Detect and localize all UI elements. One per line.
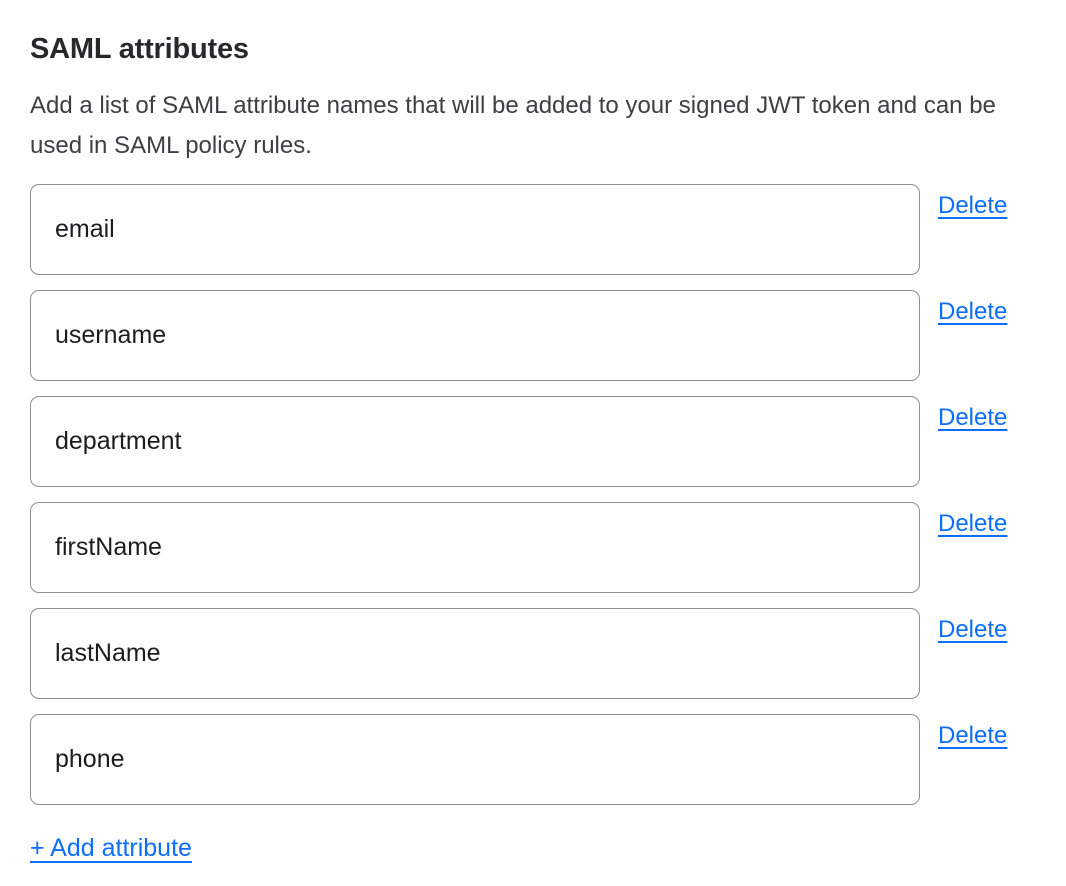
delete-attribute-link[interactable]: Delete	[938, 615, 1007, 644]
attribute-row: Delete	[30, 502, 1036, 593]
attribute-input[interactable]	[30, 184, 920, 275]
attribute-row: Delete	[30, 396, 1036, 487]
attribute-input[interactable]	[30, 608, 920, 699]
attribute-input[interactable]	[30, 714, 920, 805]
attribute-row: Delete	[30, 184, 1036, 275]
section-title: SAML attributes	[30, 32, 1036, 66]
delete-attribute-link[interactable]: Delete	[938, 191, 1007, 220]
delete-attribute-link[interactable]: Delete	[938, 509, 1007, 538]
delete-attribute-link[interactable]: Delete	[938, 721, 1007, 750]
attribute-row: Delete	[30, 714, 1036, 805]
delete-attribute-link[interactable]: Delete	[938, 297, 1007, 326]
add-attribute-link[interactable]: + Add attribute	[30, 833, 192, 863]
attribute-input[interactable]	[30, 290, 920, 381]
attribute-row: Delete	[30, 608, 1036, 699]
section-description: Add a list of SAML attribute names that …	[30, 86, 1020, 166]
saml-attributes-section: SAML attributes Add a list of SAML attri…	[0, 0, 1066, 886]
attribute-row: Delete	[30, 290, 1036, 381]
attribute-input[interactable]	[30, 396, 920, 487]
delete-attribute-link[interactable]: Delete	[938, 403, 1007, 432]
attribute-input[interactable]	[30, 502, 920, 593]
